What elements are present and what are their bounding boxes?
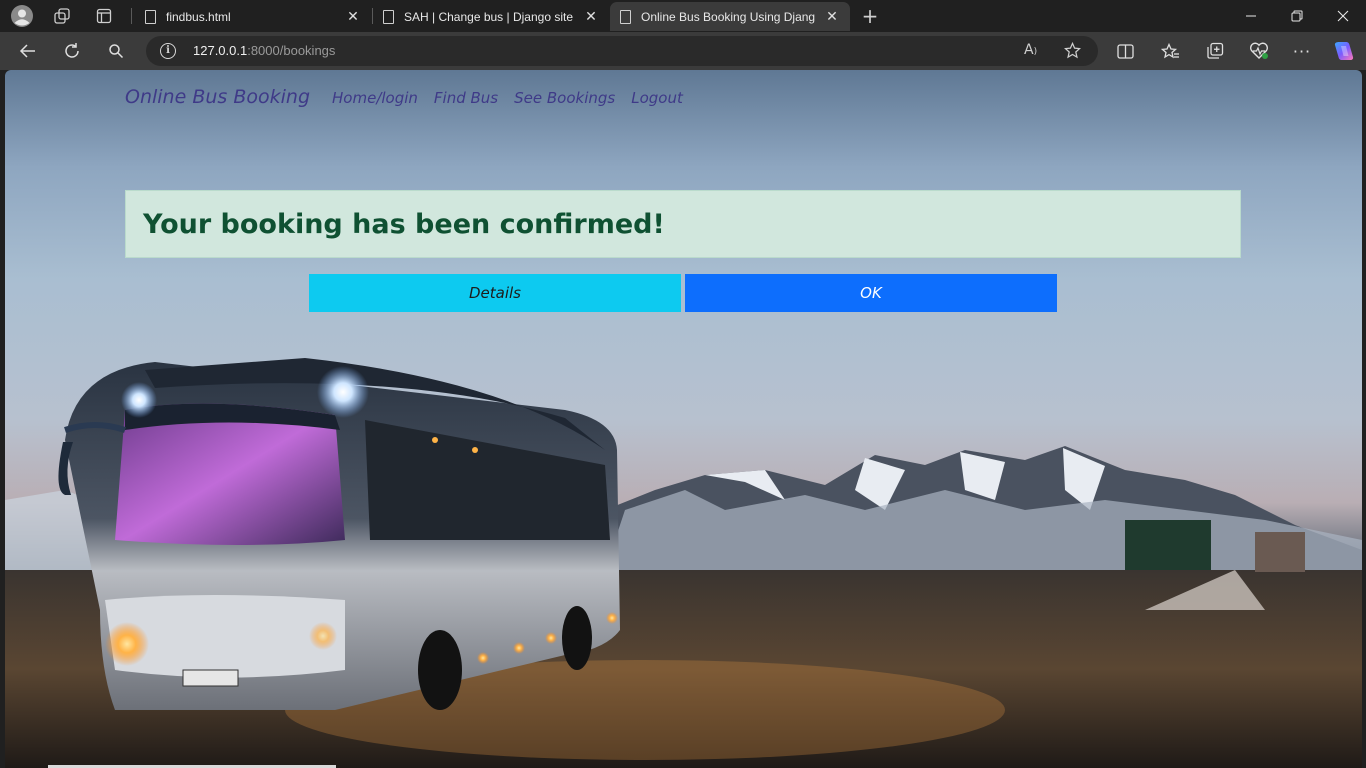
close-icon[interactable]: ✕ <box>583 8 599 25</box>
read-aloud-icon[interactable]: A) <box>1024 42 1037 58</box>
collections-icon[interactable] <box>1201 37 1229 65</box>
site-brand[interactable]: Online Bus Booking <box>125 86 310 108</box>
workspaces-icon[interactable] <box>48 4 76 28</box>
web-page: Online Bus Booking Home/login Find Bus S… <box>5 70 1362 768</box>
tab-findbus[interactable]: findbus.html ✕ <box>135 2 371 31</box>
browser-toolbar: i 127.0.0.1:8000/bookings A) ··· <box>0 32 1366 70</box>
tab-title: SAH | Change bus | Django site a <box>404 9 575 24</box>
split-screen-icon[interactable] <box>1111 37 1139 65</box>
favorites-icon[interactable] <box>1156 37 1184 65</box>
new-tab-button[interactable]: + <box>856 4 884 28</box>
favorite-star-icon[interactable] <box>1063 41 1082 63</box>
nav-home-login[interactable]: Home/login <box>332 89 418 107</box>
close-icon[interactable] <box>1320 0 1366 32</box>
ok-button[interactable]: OK <box>685 274 1057 312</box>
refresh-icon[interactable] <box>58 37 86 65</box>
close-icon[interactable]: ✕ <box>345 8 361 25</box>
minimize-icon[interactable] <box>1228 0 1274 32</box>
tab-separator <box>131 8 132 24</box>
nav-see-bookings[interactable]: See Bookings <box>514 89 615 107</box>
address-bar[interactable]: i 127.0.0.1:8000/bookings A) <box>146 36 1098 66</box>
url-path: :8000/bookings <box>247 43 336 58</box>
url-text[interactable]: 127.0.0.1:8000/bookings <box>193 43 335 58</box>
tab-strip: findbus.html ✕ SAH | Change bus | Django… <box>0 0 1366 32</box>
search-icon[interactable] <box>102 37 130 65</box>
site-info-icon[interactable]: i <box>160 43 176 59</box>
profile-icon[interactable] <box>8 4 36 28</box>
maximize-icon[interactable] <box>1274 0 1320 32</box>
booking-confirmed-alert: Your booking has been confirmed! <box>125 190 1241 258</box>
site-navbar: Online Bus Booking Home/login Find Bus S… <box>125 86 699 108</box>
tab-actions-icon[interactable] <box>90 4 118 28</box>
more-icon[interactable]: ··· <box>1288 37 1316 65</box>
alert-message: Your booking has been confirmed! <box>143 208 665 240</box>
details-button[interactable]: Details <box>309 274 681 312</box>
close-icon[interactable]: ✕ <box>824 8 840 25</box>
browser-essentials-icon[interactable] <box>1245 37 1273 65</box>
page-icon <box>145 9 156 24</box>
tab-title: findbus.html <box>166 9 231 24</box>
nav-logout[interactable]: Logout <box>631 89 683 107</box>
bus-background-image <box>5 358 1362 768</box>
nav-find-bus[interactable]: Find Bus <box>434 89 498 107</box>
copilot-icon[interactable] <box>1330 37 1358 65</box>
page-icon <box>383 9 394 24</box>
tab-django-admin[interactable]: SAH | Change bus | Django site a ✕ <box>373 2 609 31</box>
back-icon[interactable] <box>14 37 42 65</box>
tab-title: Online Bus Booking Using Djang <box>641 9 816 24</box>
tab-online-bus-booking[interactable]: Online Bus Booking Using Djang ✕ <box>610 2 850 31</box>
page-icon <box>620 9 631 24</box>
url-host: 127.0.0.1 <box>193 43 248 58</box>
